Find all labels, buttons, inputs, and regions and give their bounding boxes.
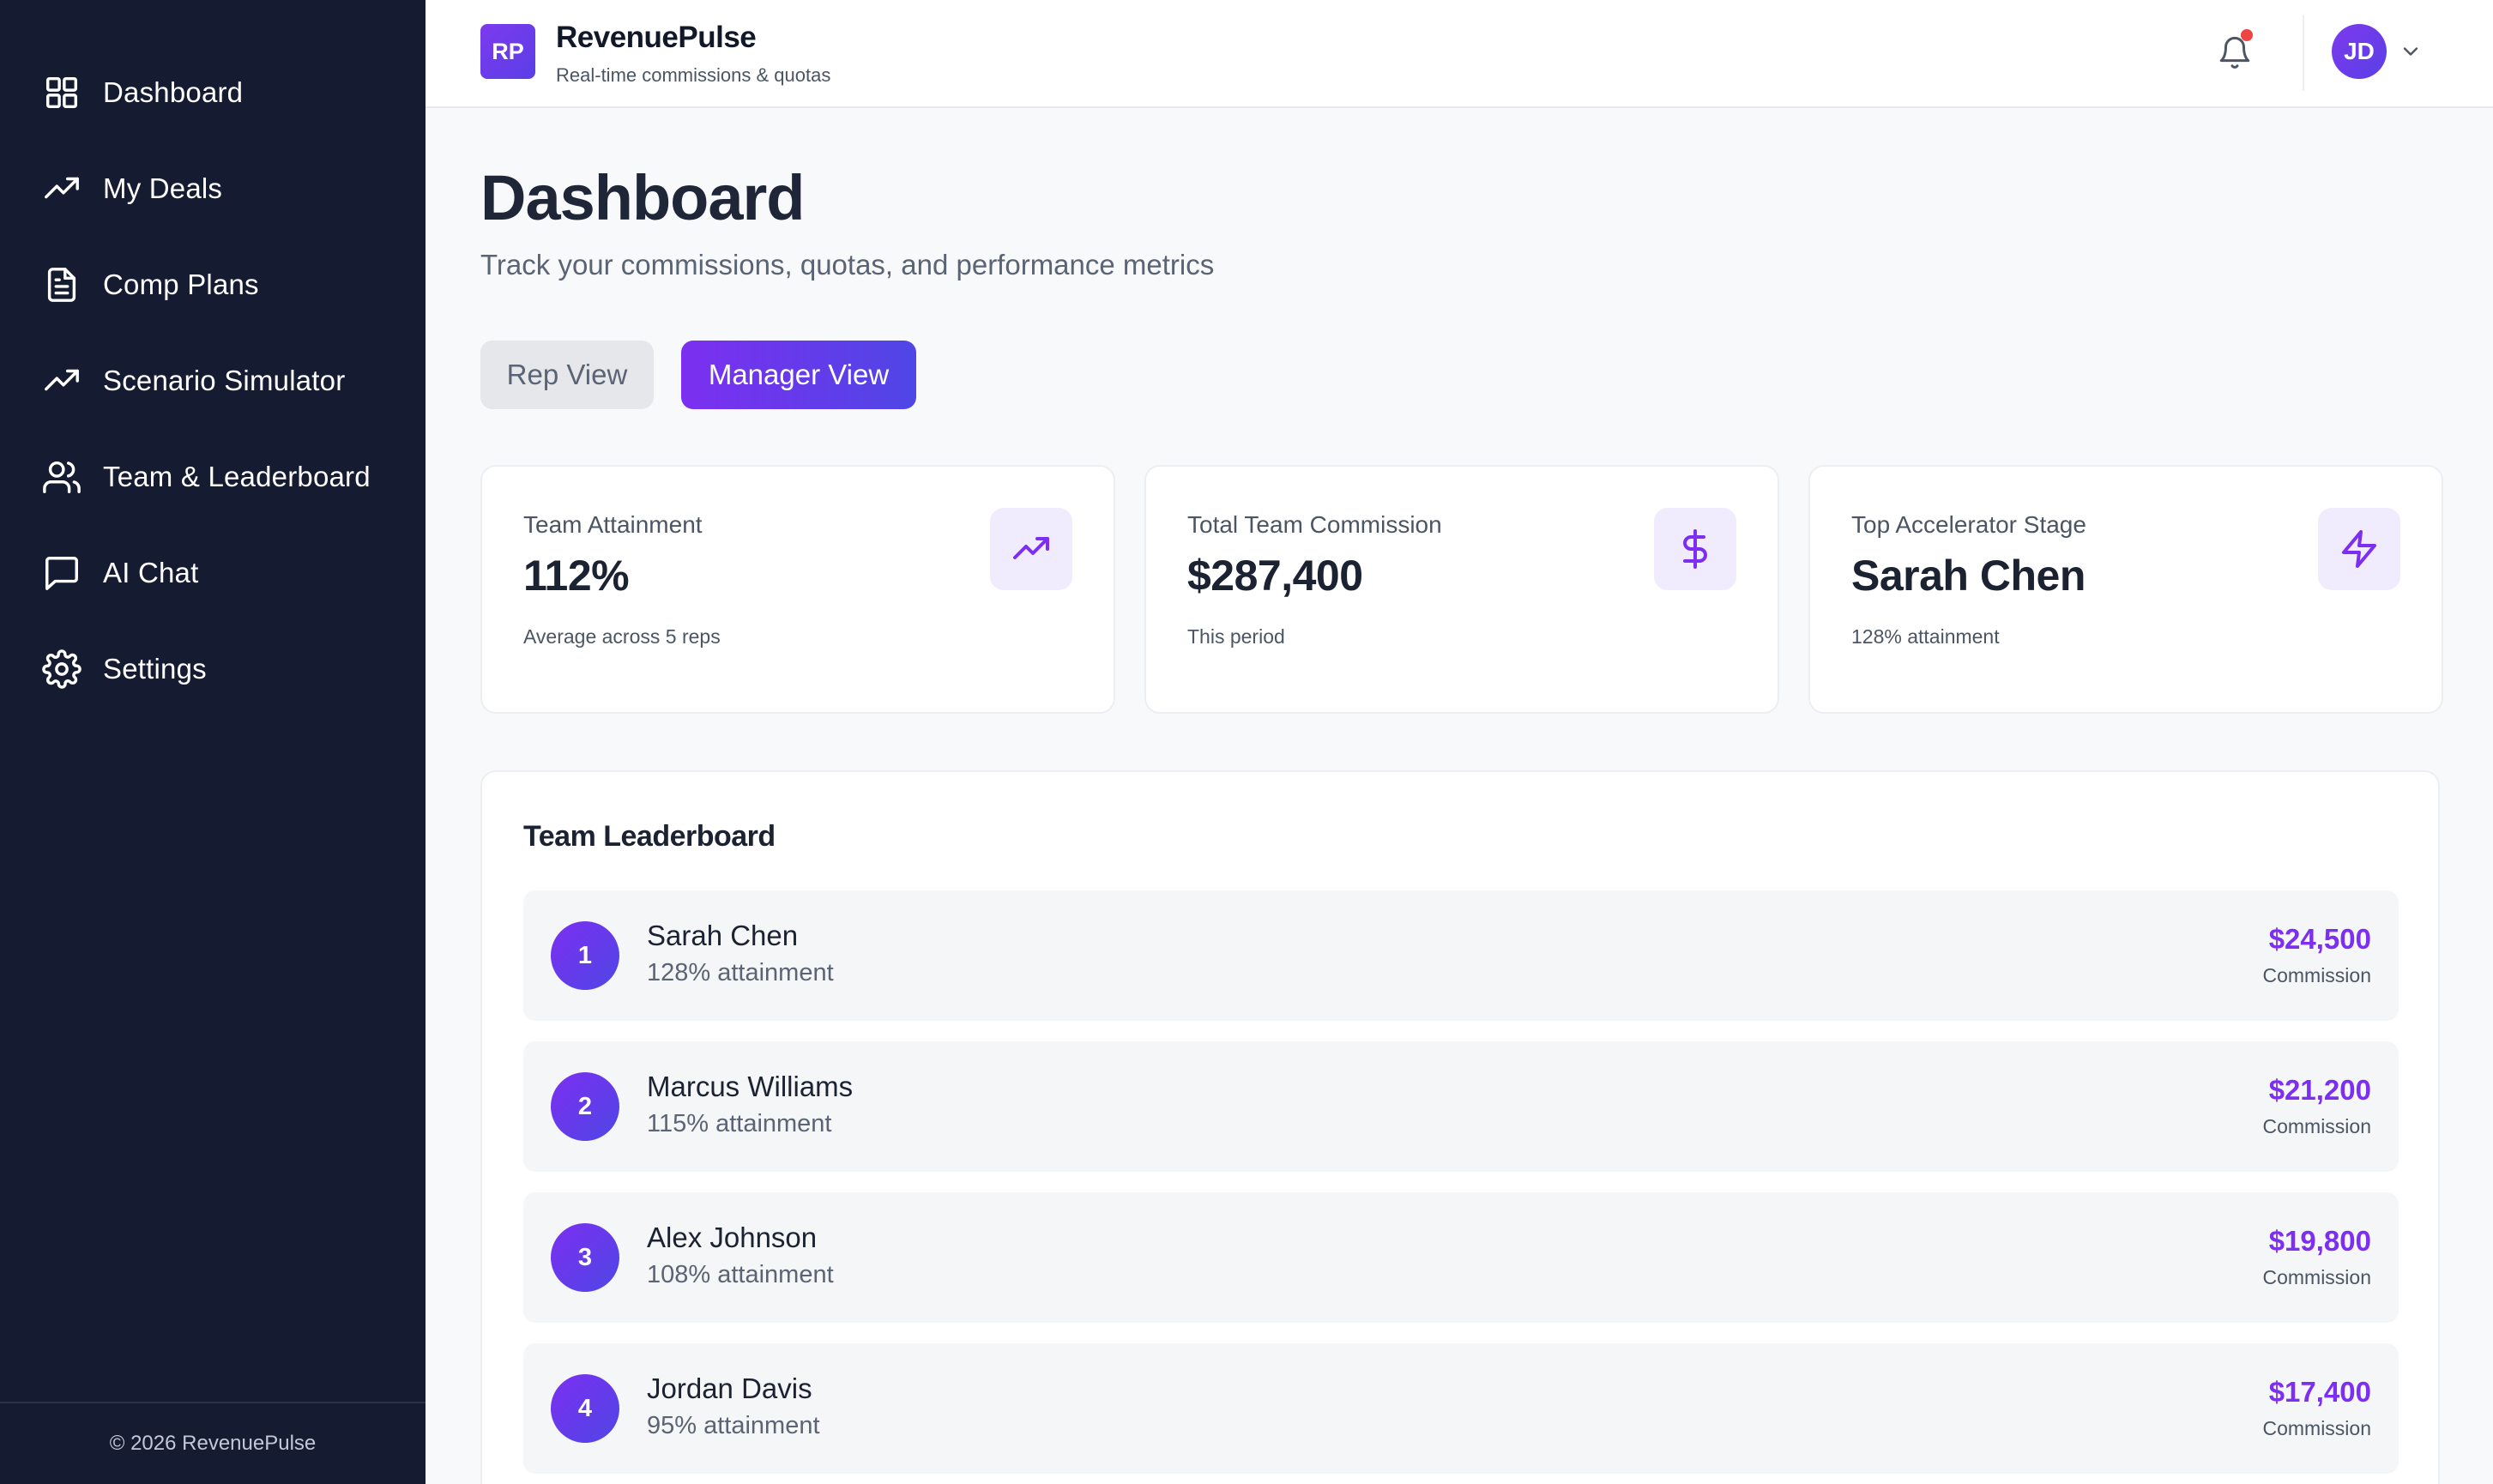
stat-subtext: This period xyxy=(1187,625,1285,648)
rep-commission: $21,200 xyxy=(2268,1074,2371,1106)
chat-bubble-icon xyxy=(41,552,82,594)
stat-subtext: 128% attainment xyxy=(1851,625,2000,648)
sidebar-item-ai-chat[interactable]: AI Chat xyxy=(0,525,426,621)
manager-view-button[interactable]: Manager View xyxy=(681,341,916,409)
stat-value: Sarah Chen xyxy=(1851,552,2086,600)
commission-label: Commission xyxy=(2262,1266,2371,1288)
trending-up-icon xyxy=(41,168,82,209)
app-tagline: Real-time commissions & quotas xyxy=(556,64,831,86)
stat-label: Top Accelerator Stage xyxy=(1851,511,2086,538)
stat-label: Team Attainment xyxy=(523,511,703,538)
commission-label: Commission xyxy=(2262,964,2371,986)
stat-label: Total Team Commission xyxy=(1187,511,1442,538)
main-content: Dashboard Track your commissions, quotas… xyxy=(426,108,2493,1484)
leaderboard-title: Team Leaderboard xyxy=(523,820,776,853)
lightning-icon xyxy=(2318,508,2400,590)
rep-attainment: 108% attainment xyxy=(647,1261,834,1288)
sidebar-footer: © 2026 RevenuePulse xyxy=(0,1402,426,1484)
page-title: Dashboard xyxy=(480,162,806,233)
rep-view-button[interactable]: Rep View xyxy=(480,341,654,409)
sidebar-item-label: My Deals xyxy=(103,172,223,204)
sidebar-item-settings[interactable]: Settings xyxy=(0,621,426,717)
rep-commission: $24,500 xyxy=(2268,923,2371,955)
stat-value: 112% xyxy=(523,552,630,600)
team-leaderboard: Team Leaderboard 1 Sarah Chen 128% attai… xyxy=(480,770,2440,1484)
sidebar-nav: Dashboard My Deals Comp Plans Scenario S… xyxy=(0,0,426,717)
users-icon xyxy=(41,456,82,498)
rep-attainment: 115% attainment xyxy=(647,1110,832,1137)
sidebar-item-label: Comp Plans xyxy=(103,268,259,300)
stat-subtext: Average across 5 reps xyxy=(523,625,721,648)
gear-icon xyxy=(41,648,82,690)
commission-label: Commission xyxy=(2262,1115,2371,1137)
page-subtitle: Track your commissions, quotas, and perf… xyxy=(480,249,1215,281)
top-bar: RP RevenuePulse Real-time commissions & … xyxy=(426,0,2493,108)
rank-badge: 3 xyxy=(551,1223,619,1292)
leaderboard-row[interactable]: 4 Jordan Davis 95% attainment $17,400 Co… xyxy=(523,1343,2399,1474)
chevron-down-icon[interactable] xyxy=(2399,39,2423,63)
sidebar-item-label: Team & Leaderboard xyxy=(103,461,371,492)
sidebar-item-dashboard[interactable]: Dashboard xyxy=(0,45,426,141)
dollar-icon xyxy=(1654,508,1736,590)
trending-up-icon xyxy=(41,360,82,401)
rep-name: Sarah Chen xyxy=(647,920,799,951)
app-name: RevenuePulse xyxy=(556,21,757,54)
rep-attainment: 128% attainment xyxy=(647,959,834,986)
leaderboard-row[interactable]: 1 Sarah Chen 128% attainment $24,500 Com… xyxy=(523,890,2399,1021)
stat-card-total-commission: Total Team Commission $287,400 This peri… xyxy=(1144,465,1779,714)
sidebar: Dashboard My Deals Comp Plans Scenario S… xyxy=(0,0,426,1484)
sidebar-item-label: Settings xyxy=(103,653,207,685)
rank-badge: 4 xyxy=(551,1374,619,1443)
stat-card-top-accelerator: Top Accelerator Stage Sarah Chen 128% at… xyxy=(1808,465,2443,714)
sidebar-item-team-leaderboard[interactable]: Team & Leaderboard xyxy=(0,429,426,525)
notification-dot xyxy=(2241,29,2253,41)
sidebar-item-comp-plans[interactable]: Comp Plans xyxy=(0,237,426,333)
rep-name: Jordan Davis xyxy=(647,1372,812,1404)
notifications-button[interactable] xyxy=(2213,29,2256,74)
sidebar-item-scenario-simulator[interactable]: Scenario Simulator xyxy=(0,333,426,429)
rep-attainment: 95% attainment xyxy=(647,1412,820,1439)
sidebar-item-label: Dashboard xyxy=(103,76,244,108)
rank-badge: 1 xyxy=(551,921,619,990)
stat-card-team-attainment: Team Attainment 112% Average across 5 re… xyxy=(480,465,1115,714)
document-icon xyxy=(41,264,82,305)
sidebar-item-label: AI Chat xyxy=(103,557,199,588)
sidebar-item-label: Scenario Simulator xyxy=(103,365,346,396)
rank-badge: 2 xyxy=(551,1072,619,1141)
rep-name: Marcus Williams xyxy=(647,1071,854,1102)
rep-commission: $19,800 xyxy=(2268,1225,2371,1257)
trending-up-icon xyxy=(990,508,1072,590)
leaderboard-row[interactable]: 2 Marcus Williams 115% attainment $21,20… xyxy=(523,1041,2399,1172)
user-avatar[interactable]: JD xyxy=(2332,24,2387,79)
header-divider xyxy=(2303,15,2304,91)
brand-logo[interactable]: RP xyxy=(480,24,535,79)
commission-label: Commission xyxy=(2262,1417,2371,1439)
stat-value: $287,400 xyxy=(1187,552,1363,600)
grid-icon xyxy=(41,72,82,113)
rep-name: Alex Johnson xyxy=(647,1222,818,1253)
leaderboard-row[interactable]: 3 Alex Johnson 108% attainment $19,800 C… xyxy=(523,1192,2399,1323)
rep-commission: $17,400 xyxy=(2268,1376,2371,1408)
sidebar-item-my-deals[interactable]: My Deals xyxy=(0,141,426,237)
